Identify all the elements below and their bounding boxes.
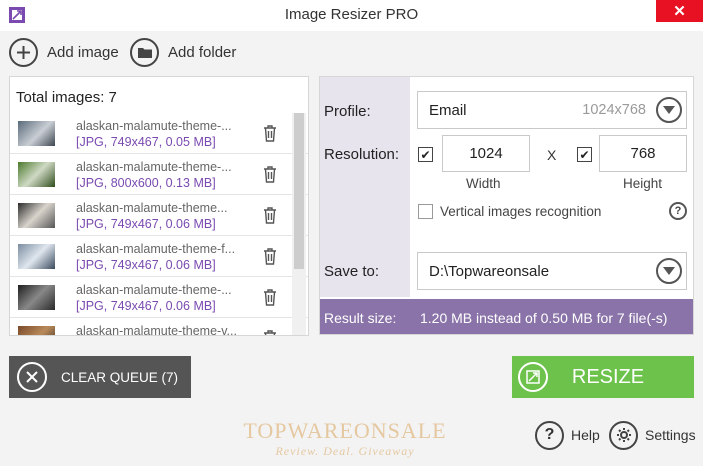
watermark-title: TOPWAREONSALE [243, 418, 447, 443]
width-checkbox[interactable]: ✔ [418, 147, 433, 162]
file-info: [JPG, 749x467, 0.06 MB] [76, 217, 216, 231]
chevron-down-icon[interactable] [656, 97, 682, 123]
list-item[interactable]: alaskan-malamute-theme-f... [JPG, 749x46… [10, 236, 308, 277]
add-folder-label: Add folder [168, 43, 237, 61]
height-checkbox[interactable]: ✔ [577, 147, 592, 162]
help-icon[interactable]: ? [669, 202, 687, 220]
settings-label: Settings [645, 427, 696, 443]
add-folder-button[interactable]: Add folder [130, 37, 236, 67]
chevron-down-icon[interactable] [656, 258, 682, 284]
trash-icon[interactable] [263, 289, 277, 306]
checkmark-icon: ✔ [420, 147, 431, 162]
file-info: [JPG, 749x467, 0.05 MB] [76, 135, 216, 149]
file-name: alaskan-malamute-theme-... [76, 160, 232, 174]
resize-button[interactable]: RESIZE [512, 356, 694, 398]
file-name: alaskan-malamute-theme-... [76, 119, 232, 133]
save-to-value: D:\Topwareonsale [429, 262, 550, 280]
gear-icon [609, 420, 638, 450]
clear-queue-label: CLEAR QUEUE (7) [61, 369, 179, 385]
result-size-bar: Result size: 1.20 MB instead of 0.50 MB … [320, 299, 693, 334]
trash-icon[interactable] [263, 207, 277, 224]
title-bar: Image Resizer PRO ✕ [0, 0, 703, 31]
profile-select[interactable]: Email 1024x768 [417, 91, 687, 129]
total-images-label: Total images: 7 [16, 89, 117, 106]
close-icon: ✕ [673, 3, 686, 20]
image-thumbnail [18, 244, 55, 269]
image-thumbnail [18, 326, 55, 335]
clear-queue-button[interactable]: CLEAR QUEUE (7) [9, 356, 191, 398]
file-info: [JPG, 800x600, 0.13 MB] [76, 176, 216, 190]
file-info: [JPG, 749x467, 0.06 MB] [76, 299, 216, 313]
result-size-value: 1.20 MB instead of 0.50 MB for 7 file(-s… [420, 309, 668, 326]
profile-value: Email [429, 101, 467, 119]
plus-icon [9, 37, 38, 67]
list-item[interactable]: alaskan-malamute-theme-... [JPG, 749x467… [10, 113, 308, 154]
list-item[interactable]: alaskan-malamute-theme-... [JPG, 800x600… [10, 154, 308, 195]
image-thumbnail [18, 285, 55, 310]
width-input[interactable]: 1024 [442, 135, 530, 172]
trash-icon[interactable] [263, 330, 277, 336]
list-item[interactable]: alaskan-malamute-theme... [JPG, 749x467,… [10, 195, 308, 236]
result-size-label: Result size: [324, 309, 397, 326]
settings-panel: Profile: Email 1024x768 Resolution: ✔ 10… [319, 76, 694, 335]
close-button[interactable]: ✕ [656, 0, 703, 22]
resize-icon [518, 362, 548, 392]
list-item[interactable]: alaskan-malamute-theme-v... [10, 318, 308, 336]
image-list: alaskan-malamute-theme-... [JPG, 749x467… [10, 113, 308, 336]
image-thumbnail [18, 203, 55, 228]
trash-icon[interactable] [263, 166, 277, 183]
vertical-recognition-label: Vertical images recognition [440, 204, 602, 219]
profile-size: 1024x768 [582, 102, 646, 118]
list-item[interactable]: alaskan-malamute-theme-... [JPG, 749x467… [10, 277, 308, 318]
checkmark-icon: ✔ [579, 147, 590, 162]
help-label: Help [571, 427, 600, 443]
question-icon: ? [535, 420, 564, 450]
file-name: alaskan-malamute-theme-v... [76, 324, 237, 336]
image-thumbnail [18, 162, 55, 187]
trash-icon[interactable] [263, 248, 277, 265]
file-name: alaskan-malamute-theme-... [76, 283, 232, 297]
save-to-select[interactable]: D:\Topwareonsale [417, 252, 687, 290]
trash-icon[interactable] [263, 125, 277, 142]
add-image-button[interactable]: Add image [9, 37, 119, 67]
resolution-label: Resolution: [324, 146, 400, 163]
watermark: TOPWAREONSALE Review. Deal. Giveaway [240, 418, 450, 459]
file-name: alaskan-malamute-theme-f... [76, 242, 236, 256]
watermark-tagline: Review. Deal. Giveaway [275, 444, 415, 458]
queue-scrollbar[interactable] [292, 113, 306, 335]
file-info: [JPG, 749x467, 0.06 MB] [76, 258, 216, 272]
dimension-separator: X [547, 147, 557, 163]
width-caption: Width [466, 176, 501, 191]
height-caption: Height [623, 176, 663, 191]
image-thumbnail [18, 121, 55, 146]
help-button[interactable]: ? Help [535, 419, 600, 451]
vertical-recognition-checkbox[interactable] [418, 204, 433, 219]
folder-icon [130, 37, 159, 67]
height-input[interactable]: 768 [599, 135, 687, 172]
scrollbar-thumb[interactable] [294, 113, 304, 269]
image-queue-panel: Total images: 7 alaskan-malamute-theme-.… [9, 76, 309, 336]
add-image-label: Add image [47, 43, 119, 61]
save-to-label: Save to: [324, 263, 380, 280]
clear-icon [17, 362, 47, 392]
settings-button[interactable]: Settings [609, 419, 696, 451]
file-name: alaskan-malamute-theme... [76, 201, 228, 215]
window-title: Image Resizer PRO [284, 6, 419, 23]
resize-label: RESIZE [571, 365, 645, 388]
profile-label: Profile: [324, 103, 371, 120]
